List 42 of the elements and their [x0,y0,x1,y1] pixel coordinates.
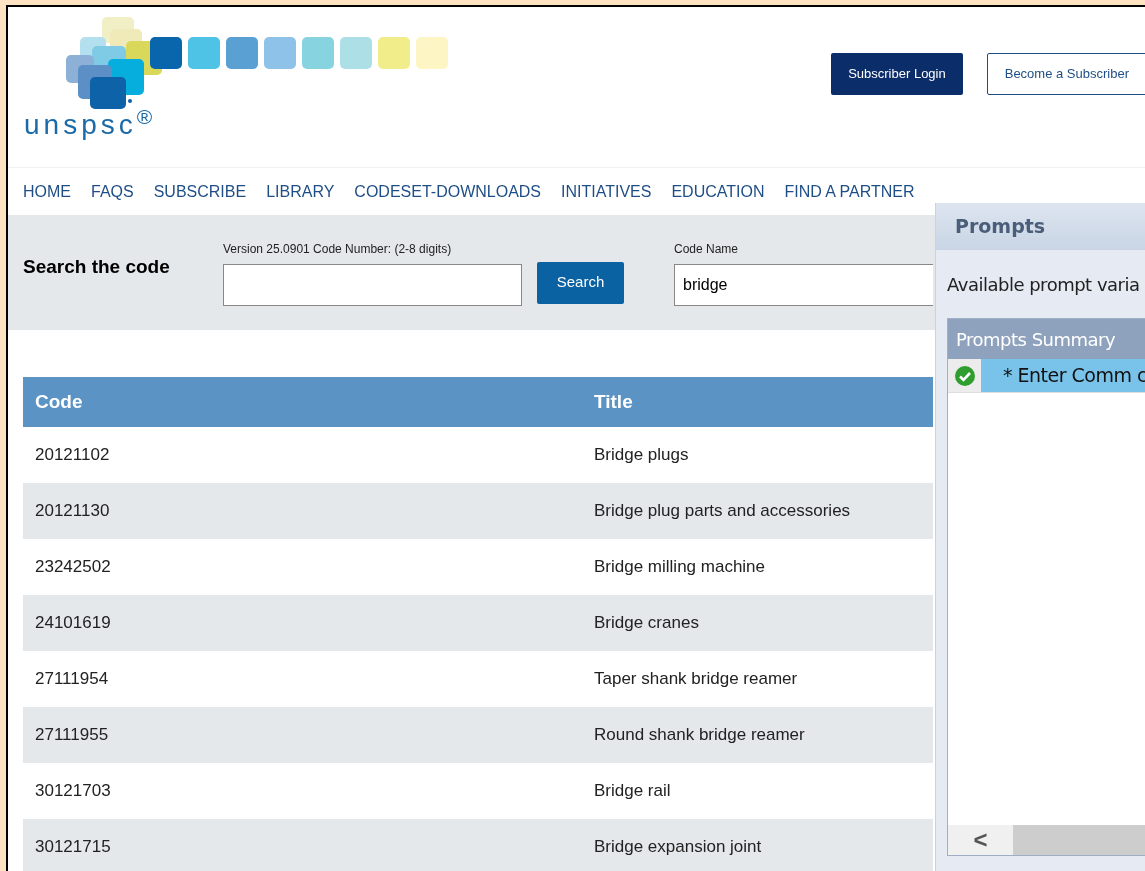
horizontal-scrollbar[interactable]: < [948,825,1145,855]
nav-link[interactable]: SUBSCRIBE [153,179,247,204]
table-cell-text: 24101619 [34,612,112,635]
table-cell-text: Bridge milling machine [594,556,767,579]
table-cell-text: Round shank bridge reamer [594,724,806,747]
code-name-field[interactable]: bridge [674,263,933,306]
column-header: Code [34,389,84,414]
nav-link[interactable]: FIND A PARTNER [784,179,915,204]
table-cell-text: 27111954 [34,668,110,691]
table-cell-text: 30121715 [34,836,112,859]
prompt-item[interactable]: * Enter Comm c [981,359,1145,392]
summary-header: Prompts Summary [948,319,1145,359]
table-cell-text: 20121130 [34,500,111,523]
table-cell-text: Bridge expansion joint [594,836,763,859]
column-header: Title [594,389,634,414]
scrollbar-thumb[interactable] [1013,825,1145,855]
nav-link[interactable]: INITIATIVES [561,179,652,204]
table-cell-text: 20121102 [34,444,111,467]
table-cell-text: 27111955 [34,724,110,747]
nav-link[interactable]: FAQS [91,179,134,204]
table-cell-text: 23242502 [34,556,112,579]
table-cell-text: Bridge cranes [594,612,700,635]
code-number-field[interactable] [223,263,522,306]
nav-link[interactable]: CODESET-DOWNLOADS [354,179,542,204]
nav-link[interactable]: HOME [23,179,71,204]
table-cell-text: 30121703 [34,780,112,803]
header-button[interactable]: Subscriber Login [831,53,963,95]
table-cell-text: Bridge rail [594,780,672,803]
logo-wordmark: unspsc$^{®}$ [24,111,158,139]
table-cell-text: Taper shank bridge reamer [594,668,799,691]
nav-link[interactable]: EDUCATION [671,179,765,204]
search-button[interactable]: Search [537,261,624,304]
panel-title: Prompts [936,203,1145,250]
field-label: Code Name [674,240,740,258]
table-cell-text: Bridge plug parts and accessories [594,500,852,523]
nav-link[interactable]: LIBRARY [266,179,335,204]
scroll-left-arrow[interactable]: < [948,825,1013,855]
panel-intro: Available prompt varia [946,272,1141,297]
table-cell-text: Bridge plugs [594,444,690,467]
search-heading: Search the code [23,255,171,280]
field-label: Version 25.0901 Code Number: (2-8 digits) [223,240,453,258]
header-button[interactable]: Become a Subscriber [986,53,1145,95]
